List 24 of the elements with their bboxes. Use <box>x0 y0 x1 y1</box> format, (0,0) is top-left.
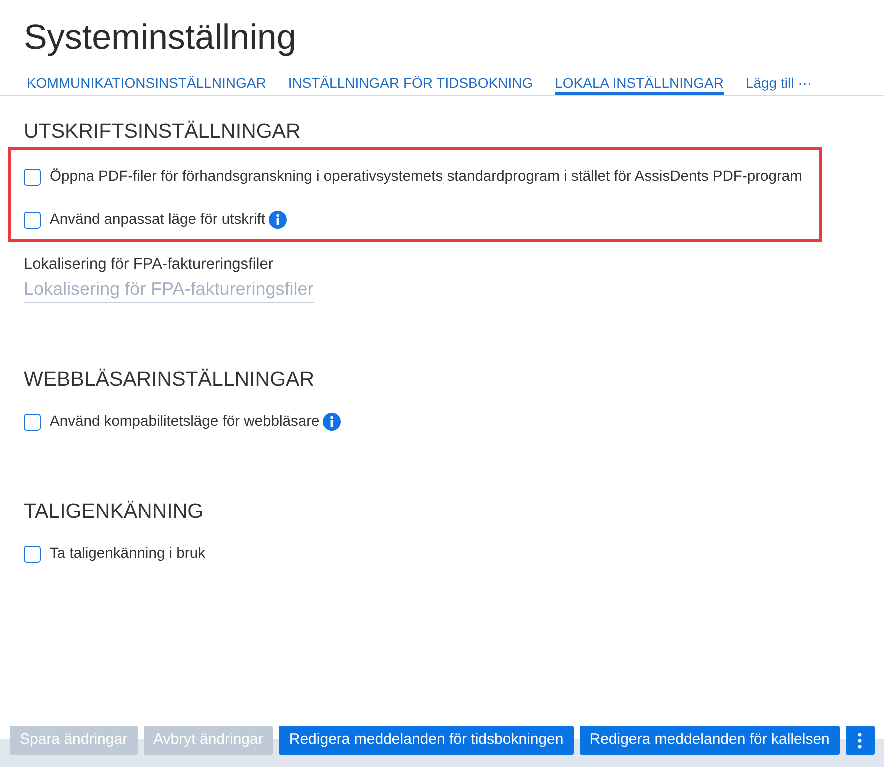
info-icon[interactable] <box>268 211 287 229</box>
footer-button[interactable]: Redigera meddelanden för kallelsen <box>580 726 840 755</box>
checkbox-label: Ta taligenkänning i bruk <box>50 545 206 563</box>
footer-button[interactable]: Redigera meddelanden för tidsbokningen <box>279 726 574 755</box>
checkbox-label: Använd kompabilitetsläge för webbläsare <box>50 413 320 431</box>
section-heading: UTSKRIFTSINSTÄLLNINGAR <box>24 119 301 145</box>
checkbox[interactable] <box>24 212 41 228</box>
checkbox[interactable] <box>24 168 41 186</box>
field-label: Lokalisering för FPA-faktureringsfiler <box>24 256 274 274</box>
checkbox-label: Öppna PDF-filer för förhandsgranskning i operativsystemets standardprogram i stället för AssisDents PDF-program <box>50 168 802 186</box>
tab[interactable]: INSTÄLLNINGAR FÖR TIDSBOKNING <box>288 74 534 95</box>
more-button[interactable] <box>846 726 875 755</box>
checkbox[interactable] <box>24 414 41 430</box>
checkbox[interactable] <box>24 546 41 562</box>
info-icon[interactable] <box>322 413 341 431</box>
section-heading: WEBBLÄSARINSTÄLLNINGAR <box>24 367 314 393</box>
tab[interactable]: Lägg till ··· <box>746 74 812 95</box>
input-field[interactable]: Lokalisering för FPA-faktureringsfiler <box>24 277 314 303</box>
checkbox-label: Använd anpassat läge för utskrift <box>50 211 266 229</box>
section-heading: TALIGENKÄNNING <box>24 499 204 525</box>
tab[interactable]: LOKALA INSTÄLLNINGAR <box>555 74 724 95</box>
vertical-dots-icon <box>858 732 862 748</box>
page-title: Systeminställning <box>24 18 296 58</box>
tab[interactable]: KOMMUNIKATIONSINSTÄLLNINGAR <box>27 74 266 95</box>
